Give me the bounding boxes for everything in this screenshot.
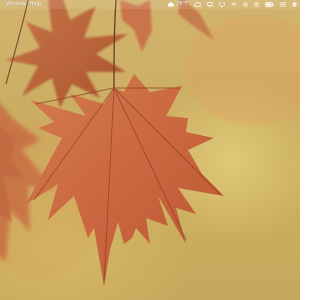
status-area: 78°F bbox=[161, 0, 297, 9]
menu-window[interactable]: Window bbox=[6, 0, 30, 9]
battery-icon[interactable] bbox=[265, 0, 274, 9]
cloud-sync-icon[interactable] bbox=[194, 0, 201, 9]
focus-icon[interactable] bbox=[254, 0, 259, 9]
menu-bar-left: Window Help bbox=[6, 0, 45, 9]
cloud-icon bbox=[167, 2, 175, 7]
airplay-icon[interactable] bbox=[219, 0, 225, 9]
wifi-icon[interactable] bbox=[231, 0, 237, 9]
weather-status[interactable]: 78°F bbox=[167, 0, 188, 9]
maple-leaf-wallpaper bbox=[0, 0, 300, 286]
desktop: Window Help 78°F bbox=[0, 0, 300, 300]
menu-help[interactable]: Help bbox=[30, 0, 45, 9]
weather-temperature: 78°F bbox=[176, 1, 188, 7]
siri-icon[interactable] bbox=[292, 0, 297, 9]
menu-bar: Window Help 78°F bbox=[0, 0, 300, 9]
control-center-icon[interactable] bbox=[280, 0, 286, 9]
display-icon[interactable] bbox=[207, 0, 213, 9]
settings-icon[interactable] bbox=[243, 0, 248, 9]
